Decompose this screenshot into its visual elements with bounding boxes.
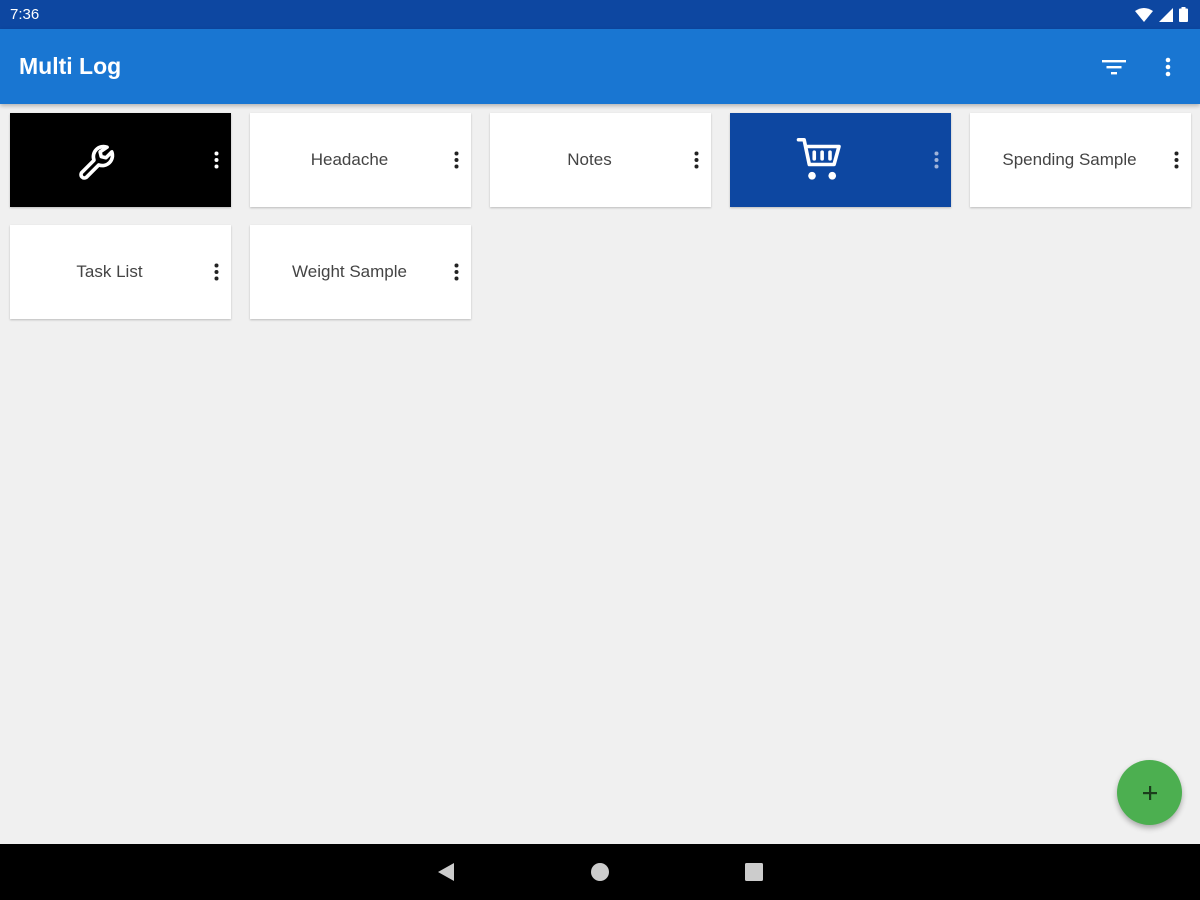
log-tile-headache[interactable]: Headache xyxy=(250,113,471,207)
filter-icon xyxy=(1102,59,1126,74)
log-tile-task-list[interactable]: Task List xyxy=(10,225,231,319)
more-vert-icon xyxy=(454,151,458,169)
log-tile-weight-sample[interactable]: Weight Sample xyxy=(250,225,471,319)
more-vert-icon xyxy=(1165,57,1171,76)
home-button[interactable] xyxy=(582,854,618,890)
plus-icon xyxy=(1142,785,1157,800)
wifi-icon xyxy=(1135,7,1153,22)
home-circle-icon xyxy=(591,863,609,881)
tile-menu-button[interactable] xyxy=(209,258,223,286)
tile-label: Notes xyxy=(567,150,612,169)
more-vert-icon xyxy=(214,151,218,169)
more-vert-icon xyxy=(454,263,458,281)
more-vert-icon xyxy=(694,151,698,169)
tile-menu-button[interactable] xyxy=(209,146,223,174)
log-tile-spending-sample[interactable]: Spending Sample xyxy=(970,113,1191,207)
wrench-icon xyxy=(74,133,128,187)
log-tile-shopping[interactable] xyxy=(730,113,951,207)
app-actions xyxy=(1100,53,1182,81)
recents-square-icon xyxy=(745,863,763,881)
app-bar: Multi Log xyxy=(0,29,1200,104)
more-vert-icon xyxy=(934,151,938,169)
log-tile-notes[interactable]: Notes xyxy=(490,113,711,207)
cart-icon xyxy=(794,133,848,187)
tile-menu-button[interactable] xyxy=(689,146,703,174)
status-time: 7:36 xyxy=(10,6,40,23)
system-nav-bar xyxy=(0,844,1200,900)
signal-icon xyxy=(1159,7,1173,22)
more-vert-icon xyxy=(214,263,218,281)
log-tile-wrench[interactable] xyxy=(10,113,231,207)
recents-button[interactable] xyxy=(736,854,772,890)
tile-menu-button[interactable] xyxy=(1169,146,1183,174)
filter-button[interactable] xyxy=(1100,53,1128,81)
tile-menu-button[interactable] xyxy=(449,258,463,286)
overflow-menu-button[interactable] xyxy=(1154,53,1182,81)
status-bar: 7:36 xyxy=(0,0,1200,29)
back-triangle-icon xyxy=(438,863,454,881)
log-grid: Headache Notes Spending Sample Task List… xyxy=(0,104,1200,844)
more-vert-icon xyxy=(1174,151,1178,169)
status-icons xyxy=(1135,7,1188,22)
add-log-button[interactable] xyxy=(1117,760,1182,825)
tile-label: Spending Sample xyxy=(1002,150,1137,169)
tile-label: Task List xyxy=(76,262,143,281)
tile-label: Weight Sample xyxy=(292,262,407,281)
tile-menu-button[interactable] xyxy=(929,146,943,174)
app-title: Multi Log xyxy=(19,53,122,79)
back-button[interactable] xyxy=(428,854,464,890)
tile-label: Headache xyxy=(310,150,389,169)
tile-menu-button[interactable] xyxy=(449,146,463,174)
battery-icon xyxy=(1179,7,1188,22)
